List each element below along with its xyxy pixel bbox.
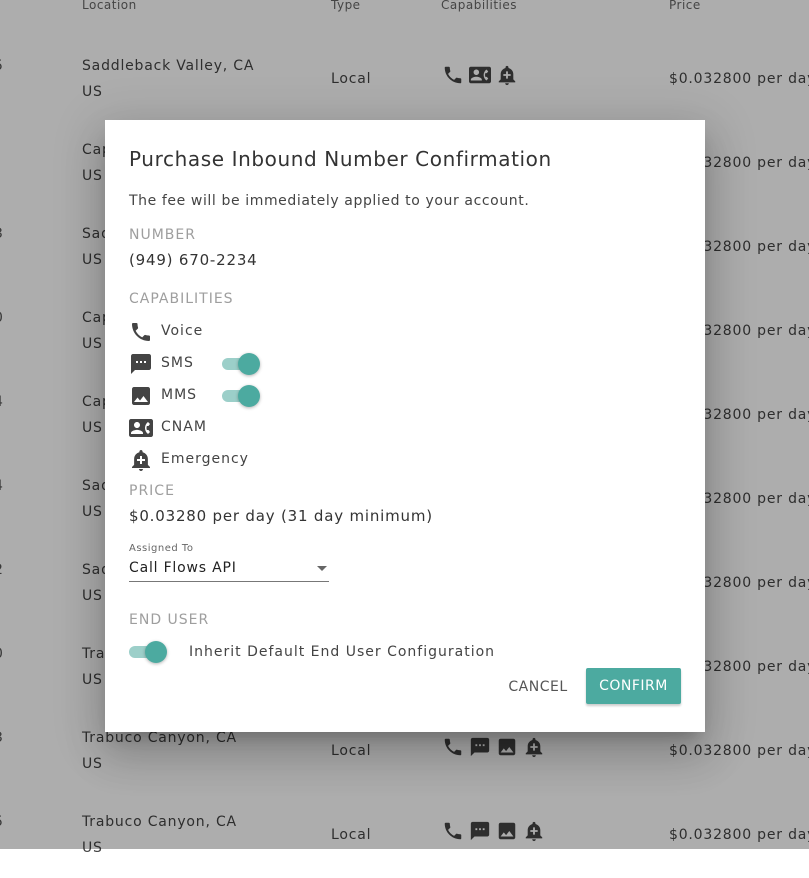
assigned-to-value: Call Flows API [129,560,237,576]
phone-icon [129,320,153,344]
dialog-title: Purchase Inbound Number Confirmation [129,147,552,171]
dialog-description: The fee will be immediately applied to y… [129,193,530,209]
dropdown-arrow-icon [317,566,327,571]
capability-cnam: CNAM [129,414,429,442]
confirm-button[interactable]: CONFIRM [586,668,681,704]
capability-label: SMS [161,355,194,371]
number-value: (949) 670-2234 [129,251,258,269]
purchase-confirmation-dialog: Purchase Inbound Number Confirmation The… [105,120,705,732]
inherit-end-user-label: Inherit Default End User Configuration [189,644,496,660]
emergency-icon [129,448,153,472]
capability-sms: SMS [129,350,429,378]
capability-label: CNAM [161,419,207,435]
capability-label: Emergency [161,451,249,467]
mms-toggle[interactable] [222,385,260,407]
number-section-label: NUMBER [129,227,196,243]
capability-label: MMS [161,387,198,403]
inherit-end-user-toggle[interactable] [129,641,167,663]
mms-icon [129,384,153,408]
capability-label: Voice [161,323,204,339]
capability-mms: MMS [129,382,429,410]
end-user-section-label: END USER [129,612,210,628]
capability-emergency: Emergency [129,446,429,474]
sms-icon [129,352,153,376]
cnam-icon [129,416,153,440]
price-value: $0.03280 per day (31 day minimum) [129,507,433,525]
price-section-label: PRICE [129,483,175,499]
capability-voice: Voice [129,318,429,346]
sms-toggle[interactable] [222,353,260,375]
cancel-button[interactable]: CANCEL [501,668,575,704]
capabilities-section-label: CAPABILITIES [129,291,234,307]
assigned-to-select[interactable]: Call Flows API [129,557,329,582]
assigned-to-label: Assigned To [129,543,194,554]
